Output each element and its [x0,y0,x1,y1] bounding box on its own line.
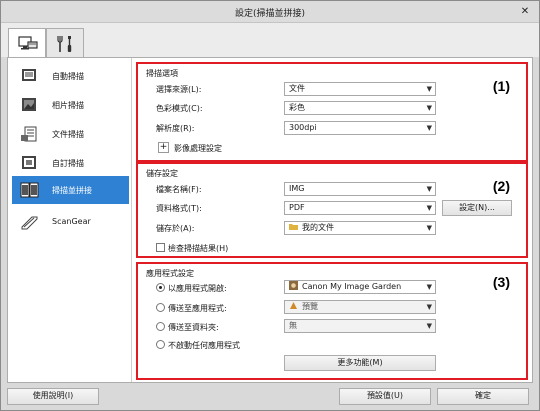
content-area: 自動掃描 相片掃描 文件掃描 自訂掃描 掃描並拼接 ScanGear 掃描選項 … [7,57,533,383]
window-title: 設定(掃描並拼接) [234,9,306,19]
file-name-input[interactable]: IMG ▼ [284,182,436,196]
footer-bar: 使用說明(I) 預設值(U) 確定 [1,383,539,410]
more-functions-button[interactable]: 更多功能(M) [284,355,436,371]
send-to-folder-select[interactable]: 無 ▼ [284,319,436,333]
file-name-value: IMG [289,184,305,193]
check-results-checkbox[interactable] [156,243,165,252]
format-settings-button[interactable]: 設定(N)... [442,200,512,216]
source-label: 選擇來源(L): [156,85,202,94]
data-format-value: PDF [289,203,305,212]
title-bar: 設定(掃描並拼接) ✕ [1,1,539,23]
tab-general-settings[interactable] [46,28,84,58]
resolution-value: 300dpi [289,123,317,132]
chevron-down-icon: ▼ [426,224,432,232]
data-format-select[interactable]: PDF ▼ [284,201,436,215]
send-to-folder-value: 無 [289,321,297,330]
help-button[interactable]: 使用說明(I) [7,388,99,405]
photo-scan-icon [22,98,36,111]
send-to-folder-label: 傳送至資料夾: [168,323,219,332]
sidebar-item-document-scan[interactable]: 文件掃描 [12,122,129,146]
chevron-down-icon: ▼ [426,204,432,212]
sidebar-item-photo-scan[interactable]: 相片掃描 [12,93,129,117]
auto-scan-icon [22,69,36,81]
open-with-radio[interactable] [156,283,165,292]
my-image-garden-icon [289,281,298,290]
image-processing-label[interactable]: 影像處理設定 [174,143,222,154]
send-to-app-radio[interactable] [156,303,165,312]
sidebar-item-label: 相片掃描 [52,101,84,110]
expand-icon[interactable]: + [158,142,169,153]
data-format-label: 資料格式(T): [156,204,202,213]
chevron-down-icon: ▼ [426,104,432,112]
panel-number-2: (2) [492,178,510,194]
scan-type-sidebar: 自動掃描 相片掃描 文件掃描 自訂掃描 掃描並拼接 ScanGear [8,58,132,382]
sidebar-item-label: 掃描並拼接 [52,186,92,195]
tab-bar [1,23,539,59]
settings-dialog: 設定(掃描並拼接) ✕ 自動掃描 相片掃描 文件掃描 自訂掃描 掃描並拼接 Sc… [0,0,540,411]
do-not-start-label: 不啟動任何應用程式 [168,341,240,350]
chevron-down-icon: ▼ [426,283,432,291]
sidebar-item-scangear[interactable]: ScanGear [12,210,129,234]
tools-icon [57,36,72,52]
color-mode-value: 彩色 [289,103,305,112]
chevron-down-icon: ▼ [426,85,432,93]
close-icon[interactable]: ✕ [517,4,533,19]
open-with-value: Canon My Image Garden [302,282,402,291]
sidebar-item-stitch-scan[interactable]: 掃描並拼接 [12,176,129,204]
sidebar-item-label: 自訂掃描 [52,159,84,168]
sidebar-item-auto-scan[interactable]: 自動掃描 [12,64,129,88]
document-scan-icon [21,126,37,142]
do-not-start-radio[interactable] [156,340,165,349]
folder-icon [289,224,298,230]
ok-button[interactable]: 確定 [437,388,529,405]
send-to-app-label: 傳送至應用程式: [168,304,227,313]
chevron-down-icon: ▼ [426,185,432,193]
sidebar-item-label: ScanGear [52,217,91,226]
send-to-app-value: 預覽 [302,302,318,311]
app-settings-heading: 應用程式設定 [146,269,194,278]
resolution-select[interactable]: 300dpi ▼ [284,121,436,135]
open-with-select[interactable]: Canon My Image Garden ▼ [284,280,436,294]
chevron-down-icon: ▼ [426,124,432,132]
scanner-monitor-icon [18,36,38,50]
check-results-label: 檢查掃描結果(H) [168,244,229,253]
custom-scan-icon [22,156,36,169]
resolution-label: 解析度(R): [156,124,195,133]
tab-scan-from-computer[interactable] [8,28,46,59]
send-to-folder-radio[interactable] [156,322,165,331]
app-settings-panel: 應用程式設定 (3) 以應用程式開啟: Canon My Image Garde… [136,262,528,380]
scan-options-heading: 掃描選項 [146,69,178,78]
chevron-down-icon: ▼ [426,322,432,330]
scangear-icon [21,216,38,230]
send-to-app-select[interactable]: 預覽 ▼ [284,300,436,314]
source-value: 文件 [289,84,305,93]
sidebar-item-label: 自動掃描 [52,72,84,81]
scan-options-panel: 掃描選項 (1) 選擇來源(L): 文件 ▼ 色彩模式(C): 彩色 ▼ 解析度(R… [136,62,528,162]
save-in-value: 我的文件 [302,223,334,232]
panel-number-3: (3) [492,274,510,290]
sidebar-item-custom-scan[interactable]: 自訂掃描 [12,151,129,175]
color-mode-select[interactable]: 彩色 ▼ [284,101,436,115]
defaults-button[interactable]: 預設值(U) [339,388,431,405]
file-name-label: 檔案名稱(F): [156,185,202,194]
panel-number-1: (1) [492,78,510,94]
color-mode-label: 色彩模式(C): [156,104,203,113]
save-settings-heading: 儲存設定 [146,169,178,178]
sidebar-item-label: 文件掃描 [52,130,84,139]
save-in-label: 儲存於(A): [156,224,195,233]
source-select[interactable]: 文件 ▼ [284,82,436,96]
save-settings-panel: 儲存設定 (2) 檔案名稱(F): IMG ▼ 資料格式(T): PDF ▼ 設定(… [136,162,528,258]
preview-icon [290,302,297,309]
stitch-scan-icon [20,182,39,198]
open-with-label: 以應用程式開啟: [168,284,227,293]
save-in-select[interactable]: 我的文件 ▼ [284,221,436,235]
chevron-down-icon: ▼ [426,303,432,311]
